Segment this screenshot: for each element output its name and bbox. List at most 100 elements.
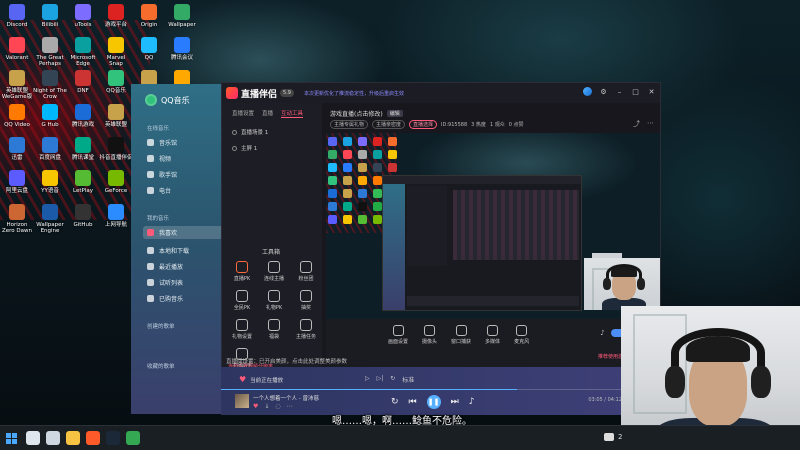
desktop-icon[interactable]: 阿里云盘	[0, 170, 34, 194]
update-notice-link[interactable]: 本次更新优化了推流稳定性，升级后重启生效	[304, 90, 404, 97]
chrome-icon[interactable]	[126, 431, 140, 445]
desktop-icon[interactable]: Microsoft Edge	[66, 37, 100, 67]
toolbox-item[interactable]: 福袋	[258, 319, 290, 340]
chip-live-select[interactable]: 直播选择	[409, 120, 438, 129]
player-progress[interactable]	[221, 389, 626, 390]
desktop-icon[interactable]: Discord	[0, 4, 34, 28]
desktop-icon[interactable]: 腾讯课堂	[66, 137, 100, 161]
toolbox-item[interactable]: 礼物PK	[258, 290, 290, 311]
desktop-icon[interactable]: Valorant	[0, 37, 34, 61]
desktop-icon[interactable]: Origin	[132, 4, 166, 28]
volume-icon[interactable]: ♪	[600, 329, 604, 337]
more-icon[interactable]: ⋯	[287, 403, 293, 410]
pause-button[interactable]: ❚❚	[426, 395, 441, 409]
sidebar-item-trial-list[interactable]: 试听列表	[147, 278, 227, 287]
toolbox-item[interactable]: 直播PK	[226, 261, 258, 282]
room-title-text[interactable]: 游戏直播(点击修改)	[330, 109, 383, 118]
maximize-icon[interactable]: □	[631, 87, 640, 96]
close-icon[interactable]: ✕	[647, 87, 656, 96]
desktop-icon[interactable]: Night of The Crow	[33, 70, 67, 100]
beauty-notice[interactable]: 直播间设置：已开启美颜，点击此处调整美颜参数	[226, 357, 347, 365]
desktop-icon[interactable]: DNF	[66, 70, 100, 94]
desktop-icon[interactable]: Bilibili	[33, 4, 67, 28]
minimize-icon[interactable]: –	[615, 87, 624, 96]
desktop-icon[interactable]: 英雄联盟 WeGame版	[0, 70, 34, 100]
next-icon[interactable]: ▷|	[377, 375, 384, 384]
chip-intimacy[interactable]: 主播亲密度	[372, 120, 406, 129]
play-icon[interactable]: ▷	[365, 375, 370, 384]
loop-icon[interactable]: ↻	[390, 375, 395, 384]
desktop-icon[interactable]: Wallpaper	[165, 4, 199, 28]
settings-icon[interactable]: ⚙	[599, 87, 608, 96]
toolbox-item[interactable]: 主播任务	[290, 319, 322, 340]
toolbox-item[interactable]: 粉丝团	[290, 261, 322, 282]
sidebar-item-local-download[interactable]: 本地和下载	[147, 246, 227, 255]
desktop-icon[interactable]: Marvel Snap	[99, 37, 133, 67]
desktop-icon[interactable]: YY语音	[33, 170, 67, 194]
desktop-icon[interactable]: QQ Video	[0, 104, 34, 128]
desktop-icon[interactable]: Wallpaper Engine	[33, 204, 67, 234]
sidebar-item-radio[interactable]: 电台	[147, 186, 227, 195]
avatar[interactable]	[583, 87, 592, 96]
eye-icon[interactable]	[232, 145, 237, 151]
sidebar-item-purchased[interactable]: 已购音乐	[147, 294, 227, 303]
desktop-icon[interactable]: The Great Perhaps	[33, 37, 67, 67]
start-button[interactable]	[6, 433, 17, 444]
task-view-icon[interactable]	[46, 431, 60, 445]
desktop-icon[interactable]: 腾讯会议	[165, 37, 199, 61]
desktop-icon[interactable]: QQ音乐	[99, 70, 133, 94]
sidebar-item-singer[interactable]: 歌手馆	[147, 170, 227, 179]
chip-exclusive-gift[interactable]: 主播专属礼物	[330, 120, 369, 129]
toolbox-item[interactable]: 全民PK	[226, 290, 258, 311]
desktop-icon[interactable]: LetPlay	[66, 170, 100, 194]
search-icon[interactable]	[26, 431, 40, 445]
sidebar-item-recent[interactable]: 最近播放	[147, 262, 227, 271]
heart-icon[interactable]: ♥	[239, 375, 246, 384]
source-tool[interactable]: 麦克风	[514, 325, 529, 345]
steam-icon[interactable]	[106, 431, 120, 445]
scene-item[interactable]: 直播场景 1	[222, 124, 322, 140]
edit-tag[interactable]: 编辑	[386, 110, 403, 117]
more-icon[interactable]: ⋯	[647, 119, 654, 129]
volume-icon[interactable]: ♪	[469, 397, 475, 407]
album-cover[interactable]	[235, 394, 249, 408]
notification-icon[interactable]	[604, 433, 614, 441]
sidebar-item-music-hall[interactable]: 音乐馆	[147, 138, 227, 147]
toolbox-item[interactable]: 连线主播	[258, 261, 290, 282]
share-icon[interactable]: ⤴	[633, 119, 640, 129]
toolbox-item[interactable]: 抽奖	[290, 290, 322, 311]
desktop-icon[interactable]: uTools	[66, 4, 100, 28]
scene-item[interactable]: 主屏 1	[222, 140, 322, 156]
tab-live[interactable]: 直播	[262, 109, 273, 118]
next-icon[interactable]: ⏭	[451, 397, 459, 407]
stream-tool-icon[interactable]	[86, 431, 100, 445]
desktop-icon[interactable]: QQ	[132, 37, 166, 61]
download-icon[interactable]: ↓	[264, 403, 269, 410]
desktop-icon[interactable]: GitHub	[66, 204, 100, 228]
desktop-icon[interactable]: 上网导航	[99, 204, 133, 228]
desktop-icon[interactable]: 游戏平台	[99, 4, 133, 28]
source-tool[interactable]: 画面设置	[388, 325, 408, 345]
desktop-icon[interactable]: Horizon Zero Dawn	[0, 204, 34, 234]
desktop-icon[interactable]: 百度网盘	[33, 137, 67, 161]
desktop-icon[interactable]: GeForce	[99, 170, 133, 194]
source-tool[interactable]: 窗口捕获	[451, 325, 471, 345]
source-tool[interactable]: 多媒体	[485, 325, 500, 345]
tab-live-settings[interactable]: 直播设置	[232, 109, 254, 118]
tab-interactive-tools[interactable]: 互动工具	[281, 109, 304, 118]
sidebar-item-video[interactable]: 视频	[147, 154, 227, 163]
toolbox-item[interactable]: 礼物设置	[226, 319, 258, 340]
desktop-icon[interactable]: 腾讯游戏	[66, 104, 100, 128]
file-explorer-icon[interactable]	[66, 431, 80, 445]
source-tool[interactable]: 摄像头	[422, 325, 437, 345]
previous-icon[interactable]: ⏮	[409, 397, 417, 407]
like-icon[interactable]: ♥	[253, 403, 258, 410]
comment-icon[interactable]: ◌	[275, 403, 280, 410]
desktop-icon[interactable]: 抖音直播伴侣	[99, 137, 133, 161]
desktop-icon[interactable]: G Hub	[33, 104, 67, 128]
sidebar-item-liked[interactable]: 我喜欢	[143, 226, 223, 239]
eye-icon[interactable]	[232, 129, 237, 135]
loop-mode-icon[interactable]: ↻	[391, 397, 399, 407]
desktop-icon[interactable]: 迅雷	[0, 137, 34, 161]
desktop-icon[interactable]: 英雄联盟	[99, 104, 133, 128]
